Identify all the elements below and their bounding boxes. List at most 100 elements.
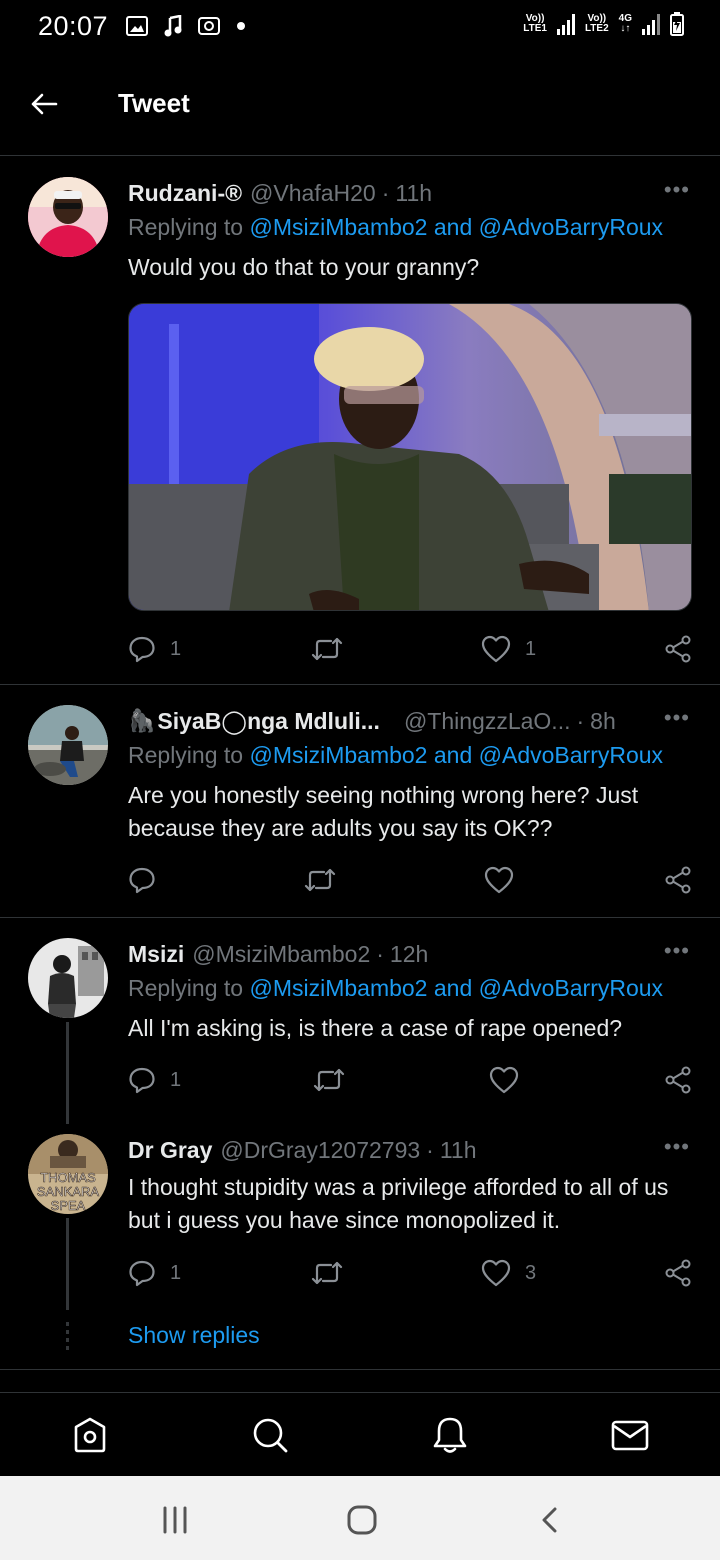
- tweet-text: All I'm asking is, is there a case of ra…: [128, 1015, 623, 1041]
- show-replies-link[interactable]: Show replies: [128, 1322, 260, 1349]
- arrow-left-icon: [31, 93, 58, 114]
- like-button[interactable]: [489, 1060, 519, 1100]
- retweet-button[interactable]: [311, 1253, 343, 1293]
- tweet-body: Msizi @MsiziMbambo2 · 12h ••• Replying t…: [128, 938, 690, 1045]
- retweet-button[interactable]: [304, 860, 336, 900]
- mention-link[interactable]: @MsiziMbambo2: [249, 742, 427, 768]
- tweet-actions: [128, 860, 692, 900]
- replying-to: Replying to @MsiziMbambo2 and @AdvoBarry…: [128, 214, 690, 246]
- tweet-media-image[interactable]: [128, 303, 692, 611]
- tweet-actions: 1 1: [128, 629, 692, 669]
- mention-link[interactable]: @AdvoBarryRoux: [479, 742, 663, 768]
- reply-button[interactable]: 1: [128, 629, 181, 669]
- replying-prefix: Replying to: [128, 214, 244, 240]
- avatar[interactable]: [28, 938, 108, 1018]
- more-options-icon[interactable]: •••: [664, 177, 690, 203]
- avatar-image: THOMAS SANKARA SPEA: [28, 1134, 108, 1214]
- tweet[interactable]: THOMAS SANKARA SPEA Dr Gray @DrGray12072…: [0, 1114, 720, 1314]
- avatar[interactable]: THOMAS SANKARA SPEA: [28, 1134, 108, 1214]
- mail-icon: [611, 1420, 649, 1451]
- battery-icon: [670, 12, 684, 36]
- user-handle[interactable]: @VhafaH20: [250, 180, 376, 207]
- system-navigation: [0, 1476, 720, 1560]
- svg-text:THOMAS: THOMAS: [40, 1170, 96, 1185]
- avatar[interactable]: [28, 177, 108, 257]
- user-handle[interactable]: @ThingzzLaO...: [404, 708, 571, 735]
- timestamp[interactable]: 12h: [390, 941, 428, 968]
- display-name[interactable]: Rudzani-®: [128, 180, 242, 207]
- share-button[interactable]: [664, 1253, 692, 1293]
- display-name[interactable]: Msizi: [128, 941, 184, 968]
- avatar-image: [28, 938, 108, 1018]
- chevron-left-icon: [542, 1507, 557, 1533]
- tweet-actions: 1 3: [128, 1253, 692, 1293]
- nav-messages[interactable]: [608, 1413, 652, 1457]
- header: Tweet: [0, 52, 720, 156]
- recent-apps-button[interactable]: [155, 1500, 195, 1540]
- mention-link[interactable]: @MsiziMbambo2: [249, 214, 427, 240]
- tweet-header: Rudzani-® @VhafaH20 · 11h: [128, 177, 690, 209]
- share-button[interactable]: [664, 860, 692, 900]
- status-right: Vo)) LTE1 Vo)) LTE2 4G ↓↑: [523, 12, 684, 36]
- tweet-header: Dr Gray @DrGray12072793 · 11h: [128, 1134, 690, 1166]
- network-label: 4G ↓↑: [618, 13, 632, 34]
- share-button[interactable]: [664, 629, 692, 669]
- nav-search[interactable]: [248, 1413, 292, 1457]
- reply-button[interactable]: [128, 860, 156, 900]
- display-name[interactable]: Dr Gray: [128, 1137, 212, 1164]
- avatar[interactable]: [28, 705, 108, 785]
- recent-apps-icon: [163, 1506, 187, 1534]
- reply-button[interactable]: 1: [128, 1060, 181, 1100]
- mention-link[interactable]: @AdvoBarryRoux: [479, 214, 663, 240]
- back-button[interactable]: [14, 74, 74, 134]
- and-text[interactable]: and: [434, 975, 472, 1001]
- reply-count: 1: [170, 1261, 182, 1284]
- bottom-navigation: [0, 1392, 720, 1476]
- nav-notifications[interactable]: [428, 1413, 472, 1457]
- reply-count: 1: [170, 1068, 182, 1091]
- reply-count: 1: [170, 637, 182, 660]
- tweet-body: Rudzani-® @VhafaH20 · 11h ••• Replying t…: [128, 177, 690, 284]
- like-button[interactable]: 1: [481, 629, 536, 669]
- tweet-body: 🦍 SiyaB◯nga Mdluli... @ThingzzLaO... · 8…: [128, 705, 690, 845]
- timestamp[interactable]: 8h: [590, 708, 616, 735]
- user-handle[interactable]: @DrGray12072793: [220, 1137, 420, 1164]
- more-options-icon[interactable]: •••: [664, 705, 690, 731]
- retweet-icon: [311, 637, 343, 661]
- home-system-button[interactable]: [342, 1500, 382, 1540]
- reply-bubble-icon: [129, 1260, 155, 1287]
- retweet-button[interactable]: [311, 629, 343, 669]
- tweet[interactable]: Rudzani-® @VhafaH20 · 11h ••• Replying t…: [0, 157, 720, 684]
- reply-bubble-icon: [129, 636, 155, 663]
- mention-link[interactable]: @AdvoBarryRoux: [479, 975, 663, 1001]
- dot-separator: ·: [376, 940, 384, 967]
- sim2-label: Vo)) LTE2: [584, 13, 609, 34]
- and-text[interactable]: and: [434, 214, 472, 240]
- tweet[interactable]: Msizi @MsiziMbambo2 · 12h ••• Replying t…: [0, 918, 720, 1110]
- like-button[interactable]: [484, 860, 514, 900]
- signal-icon-2: [642, 14, 660, 35]
- tweet[interactable]: 🦍 SiyaB◯nga Mdluli... @ThingzzLaO... · 8…: [0, 685, 720, 917]
- timestamp[interactable]: 11h: [440, 1137, 477, 1164]
- retweet-button[interactable]: [313, 1060, 345, 1100]
- timestamp[interactable]: 11h: [395, 180, 432, 207]
- more-options-icon[interactable]: •••: [664, 1134, 690, 1160]
- reply-bubble-icon: [129, 1067, 155, 1094]
- search-icon: [253, 1418, 288, 1453]
- like-button[interactable]: 3: [481, 1253, 536, 1293]
- reply-button[interactable]: 1: [128, 1253, 181, 1293]
- tweet-body: Dr Gray @DrGray12072793 · 11h ••• I thou…: [128, 1134, 690, 1237]
- user-handle[interactable]: @MsiziMbambo2: [192, 941, 370, 968]
- gorilla-emoji-icon: 🦍: [128, 708, 156, 733]
- and-text[interactable]: and: [434, 742, 472, 768]
- share-icon: [665, 1259, 691, 1287]
- share-button[interactable]: [664, 1060, 692, 1100]
- more-options-icon[interactable]: •••: [664, 938, 690, 964]
- sim1-label: Vo)) LTE1: [523, 13, 547, 34]
- back-system-button[interactable]: [530, 1500, 570, 1540]
- share-icon: [665, 635, 691, 663]
- mention-link[interactable]: @MsiziMbambo2: [249, 975, 427, 1001]
- nav-home[interactable]: [68, 1413, 112, 1457]
- display-name[interactable]: SiyaB◯nga Mdluli...: [157, 708, 380, 735]
- like-count: 3: [525, 1261, 537, 1284]
